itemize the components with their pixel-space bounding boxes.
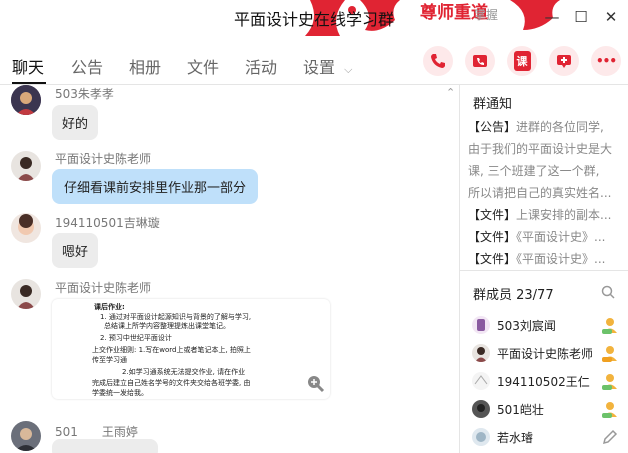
chevron-down-icon: ⌵ — [344, 63, 353, 76]
message-image[interactable]: 课后作业: 1. 通过对平面设计起源知识与背景的了解与学习, 总结课上所学内容整… — [52, 299, 330, 399]
message-item: 平面设计史陈老师 仔细看课前安排里作业那一部分 — [0, 151, 460, 211]
message-sender: 194110501吉琳璇 — [55, 216, 160, 230]
group-info-panel: 群通知 【公告】进群的各位同学, 由于我们的平面设计史是大 课, 三个班建了这一… — [460, 85, 628, 453]
file-name: 上课安排的副本... — [516, 208, 612, 222]
title-bar: 平面设计史在线学习群 尊师重道 掌握 — ☐ ✕ — [0, 0, 628, 36]
screen-share-button[interactable] — [549, 46, 579, 76]
window-title: 平面设计史在线学习群 — [233, 10, 394, 29]
image-text-line: 完成后建立自己姓名学号的文件夹交给各班学委, 由 — [92, 379, 251, 387]
avatar — [472, 428, 490, 446]
notice-line[interactable]: 【公告】进群的各位同学, — [468, 118, 618, 135]
image-text-line: 学委统一发给我。 — [92, 389, 148, 397]
image-text-line: 上交作业细则: 1.写在word上或者笔记本上, 拍照上 — [92, 346, 251, 354]
collapse-icon[interactable]: ⌃ — [446, 86, 455, 99]
message-item: 503朱孝孝 好的 — [0, 85, 460, 145]
file-tag: 【文件】 — [468, 208, 517, 222]
chat-message-list[interactable]: 503朱孝孝 好的 平面设计史陈老师 仔细看课前安排里作业那一部分 194110… — [0, 85, 460, 453]
tab-files[interactable]: 文件 — [187, 54, 219, 78]
avatar[interactable] — [11, 421, 41, 451]
avatar[interactable] — [11, 279, 41, 309]
tab-activity[interactable]: 活动 — [245, 54, 277, 78]
member-item[interactable]: 平面设计史陈老师 — [472, 342, 622, 364]
message-bubble[interactable]: 仔细看课前安排里作业那一部分 — [52, 169, 259, 204]
file-name: 《平面设计史》... — [516, 252, 606, 266]
edit-icon[interactable] — [600, 427, 620, 447]
admin-badge-icon — [602, 374, 617, 390]
search-icon[interactable] — [601, 285, 615, 299]
avatar — [472, 316, 490, 334]
image-text-line: 总结课上所学内容整理提炼出课堂笔记。 — [104, 322, 230, 330]
file-tag: 【文件】 — [468, 252, 517, 266]
class-button[interactable]: 课 — [507, 46, 537, 76]
tab-settings[interactable]: 设置 ⌵ — [303, 54, 352, 78]
notice-tag: 【公告】 — [468, 120, 517, 134]
member-name: 194110502王仁 — [497, 375, 590, 389]
maximize-button[interactable]: ☐ — [570, 6, 592, 28]
member-name: 503刘宸闻 — [497, 319, 556, 333]
more-button[interactable]: ••• — [591, 46, 621, 76]
image-text-line: 课后作业: — [94, 303, 125, 311]
tab-chat[interactable]: 聊天 — [12, 54, 44, 78]
message-sender: 501 王雨婷 — [55, 425, 138, 439]
members-heading: 群成员 23/77 — [473, 288, 554, 303]
notice-line: 所以请把自己的真实姓名... — [468, 186, 612, 200]
avatar[interactable] — [11, 151, 41, 181]
member-item[interactable]: 194110502王仁 — [472, 370, 622, 392]
message-bubble[interactable]: 好的 — [52, 105, 99, 140]
message-item: 194110501吉琳璇 嗯好 — [0, 213, 460, 273]
member-item[interactable]: 若水璿 — [472, 426, 622, 448]
tab-settings-label: 设置 — [303, 58, 336, 77]
message-bubble[interactable]: 嗯好 — [52, 233, 99, 268]
admin-badge-icon — [602, 402, 617, 418]
zoom-icon[interactable] — [307, 375, 325, 393]
panel-divider — [460, 270, 628, 271]
avatar[interactable] — [11, 213, 41, 243]
image-text-line: 2.如学习通系统无法提交作业, 请在作业 — [122, 368, 246, 376]
message-sender: 平面设计史陈老师 — [55, 152, 152, 166]
message-item: 平面设计史陈老师 课后作业: 1. 通过对平面设计起源知识与背景的了解与学习, … — [0, 279, 460, 399]
file-item[interactable]: 【文件】上课安排的副本... — [468, 206, 618, 223]
owner-badge-icon — [602, 346, 617, 362]
notice-heading: 群通知 — [473, 97, 513, 112]
tab-album[interactable]: 相册 — [129, 54, 161, 78]
member-name: 平面设计史陈老师 — [497, 347, 592, 361]
minimize-button[interactable]: — — [541, 6, 563, 28]
member-item[interactable]: 501皑壮 — [472, 398, 622, 420]
file-item[interactable]: 【文件】《平面设计史》... — [468, 228, 618, 245]
member-item[interactable]: 503刘宸闻 — [472, 314, 622, 336]
notice-text: 进群的各位同学, — [516, 120, 604, 134]
class-label: 课 — [513, 51, 531, 71]
more-icon: ••• — [595, 54, 617, 68]
video-call-button[interactable] — [465, 46, 495, 76]
image-text-line: 传至学习通 — [92, 356, 127, 364]
image-text-line: 2. 预习中世纪平面设计 — [100, 334, 172, 342]
member-name: 501皑壮 — [497, 403, 544, 417]
message-item: 501 王雨婷 — [0, 419, 460, 453]
avatar — [472, 372, 490, 390]
notice-line: 由于我们的平面设计史是大 — [468, 142, 613, 156]
tab-announcement[interactable]: 公告 — [71, 54, 103, 78]
video-call-icon — [473, 55, 487, 67]
message-sender: 平面设计史陈老师 — [55, 281, 152, 295]
avatar — [472, 344, 490, 362]
screen-share-icon — [557, 55, 571, 68]
avatar — [472, 400, 490, 418]
phone-icon — [431, 54, 445, 68]
close-button[interactable]: ✕ — [600, 6, 622, 28]
file-name: 《平面设计史》... — [516, 230, 606, 244]
admin-badge-icon — [602, 318, 617, 334]
message-sender: 503朱孝孝 — [55, 87, 114, 101]
file-tag: 【文件】 — [468, 230, 517, 244]
notice-line: 课, 三个班建了这一个群, — [468, 164, 600, 178]
member-name: 若水璿 — [497, 431, 534, 445]
message-bubble[interactable] — [52, 439, 158, 453]
avatar[interactable] — [11, 85, 41, 115]
phone-button[interactable] — [423, 46, 453, 76]
corner-grey-text: 掌握 — [474, 8, 499, 22]
file-item[interactable]: 【文件】《平面设计史》... — [468, 250, 618, 267]
